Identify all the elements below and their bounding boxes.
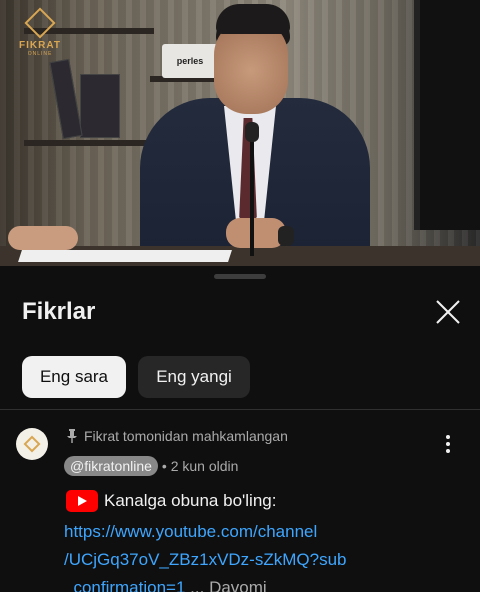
speaker-hair-top xyxy=(216,4,290,34)
paper xyxy=(18,250,232,262)
comment-link[interactable]: _confirmation=1 xyxy=(64,578,185,592)
channel-logo: FIKRAT ONLINE xyxy=(14,7,66,57)
pinned-comment: Fikrat tomonidan mahkamlangan @fikratonl… xyxy=(0,416,480,592)
comment-link-last-line[interactable]: _confirmation=1 ... Davomi xyxy=(64,578,267,592)
comment-time: • 2 kun oldin xyxy=(161,458,239,474)
logo-mark-icon xyxy=(24,7,56,39)
close-button[interactable] xyxy=(428,292,468,332)
divider xyxy=(0,409,480,410)
wrist-watch xyxy=(278,226,294,246)
comment-text: Kanalga obuna bo'ling: xyxy=(104,491,277,510)
more-vert-icon xyxy=(446,435,450,453)
read-more-link[interactable]: ... Davomi xyxy=(190,578,267,592)
comments-sheet: Fikrlar Eng sara Eng yangi Fikrat tomoni… xyxy=(0,266,480,592)
microphone xyxy=(245,122,259,142)
desk-sign: perles xyxy=(162,44,218,78)
avatar[interactable] xyxy=(16,428,48,460)
video-player[interactable]: perles FIKRAT ONLINE xyxy=(0,0,480,266)
pinned-label: Fikrat tomonidan mahkamlangan xyxy=(84,428,288,444)
comment-link[interactable]: https://www.youtube.com/channel xyxy=(64,522,317,542)
speaker-hand xyxy=(8,226,78,250)
logo-subtext: ONLINE xyxy=(27,51,53,57)
pin-icon xyxy=(67,429,77,443)
monitor xyxy=(414,0,480,230)
close-icon xyxy=(436,300,460,324)
filter-chip-newest[interactable]: Eng yangi xyxy=(138,356,250,398)
microphone-stand xyxy=(250,126,254,256)
comment-text-row: Kanalga obuna bo'ling: xyxy=(66,490,276,512)
comment-meta: @fikratonline • 2 kun oldin xyxy=(64,456,238,476)
channel-logo-icon xyxy=(23,435,41,453)
speaker-hand xyxy=(226,218,286,248)
comment-link[interactable]: /UCjGq37oV_ZBz1xVDz-sZkMQ?sub xyxy=(64,550,346,570)
book xyxy=(80,74,120,138)
drag-handle[interactable] xyxy=(214,274,266,279)
comment-menu-button[interactable] xyxy=(436,432,460,456)
logo-text: FIKRAT xyxy=(19,40,61,51)
filter-chip-top[interactable]: Eng sara xyxy=(22,356,126,398)
sheet-title: Fikrlar xyxy=(22,298,96,325)
youtube-icon xyxy=(66,490,98,512)
pinned-label-row: Fikrat tomonidan mahkamlangan xyxy=(66,428,288,444)
bookshelf xyxy=(24,140,154,146)
author-handle[interactable]: @fikratonline xyxy=(64,456,158,476)
